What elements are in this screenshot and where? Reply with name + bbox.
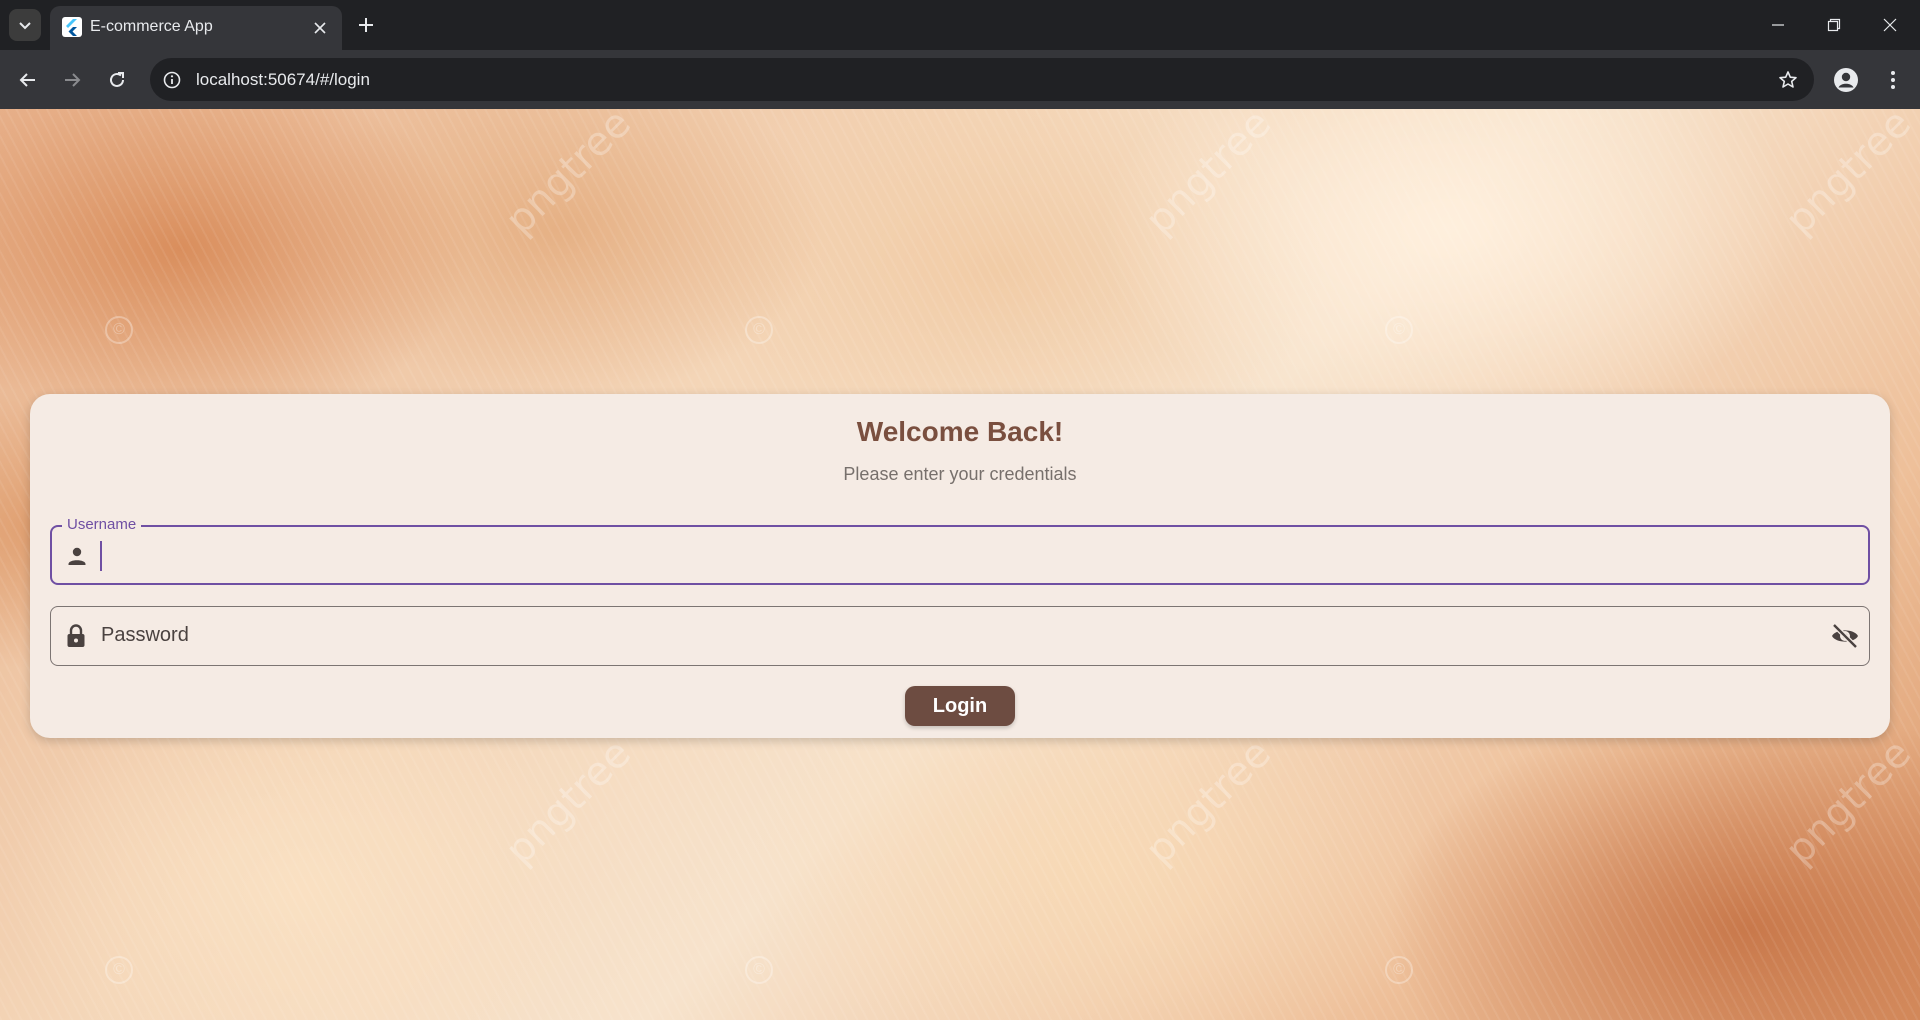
restore-window-icon[interactable] (1806, 0, 1862, 50)
copyright-watermark-icon: © (1385, 316, 1413, 344)
password-field[interactable]: Password (50, 606, 1870, 666)
username-field[interactable]: Username (50, 516, 1870, 585)
profile-avatar-icon[interactable] (1829, 63, 1863, 97)
close-window-icon[interactable] (1862, 0, 1918, 50)
minimize-window-icon[interactable] (1750, 0, 1806, 50)
forward-arrow-icon[interactable] (56, 64, 88, 96)
chevron-down-icon (19, 22, 31, 30)
site-info-icon[interactable] (160, 68, 184, 92)
login-button[interactable]: Login (905, 686, 1015, 726)
back-arrow-icon[interactable] (12, 64, 44, 96)
login-card: Welcome Back! Please enter your credenti… (30, 394, 1890, 738)
more-menu-icon[interactable] (1876, 63, 1910, 97)
page-viewport: pngtree pngtree pngtree pngtree pngtree … (0, 109, 1920, 1020)
username-label: Username (62, 516, 142, 533)
address-bar[interactable]: localhost:50674/#/login (150, 58, 1814, 101)
lock-icon (63, 623, 89, 649)
tab-search-button[interactable] (9, 9, 41, 41)
browser-tab-bar: E-commerce App (0, 0, 1920, 50)
page-subtitle: Please enter your credentials (843, 464, 1077, 484)
new-tab-plus-icon[interactable] (352, 11, 380, 39)
visibility-off-icon[interactable] (1829, 621, 1861, 651)
copyright-watermark-icon: © (105, 956, 133, 984)
copyright-watermark-icon: © (745, 956, 773, 984)
reload-icon[interactable] (101, 64, 133, 96)
browser-tab-active[interactable]: E-commerce App (50, 6, 342, 50)
address-url[interactable]: localhost:50674/#/login (196, 70, 370, 90)
page-title: Welcome Back! (856, 416, 1064, 447)
copyright-watermark-icon: © (105, 316, 133, 344)
copyright-watermark-icon: © (745, 316, 773, 344)
person-icon (64, 543, 90, 569)
username-input[interactable] (100, 535, 1800, 577)
copyright-watermark-icon: © (1385, 956, 1413, 984)
password-placeholder: Password (101, 624, 189, 646)
flutter-favicon-icon (62, 17, 82, 37)
browser-toolbar: localhost:50674/#/login (0, 50, 1920, 109)
bookmark-star-icon[interactable] (1776, 68, 1800, 92)
text-caret (100, 541, 102, 571)
tab-close-icon[interactable] (308, 16, 332, 40)
tab-title: E-commerce App (90, 18, 213, 35)
